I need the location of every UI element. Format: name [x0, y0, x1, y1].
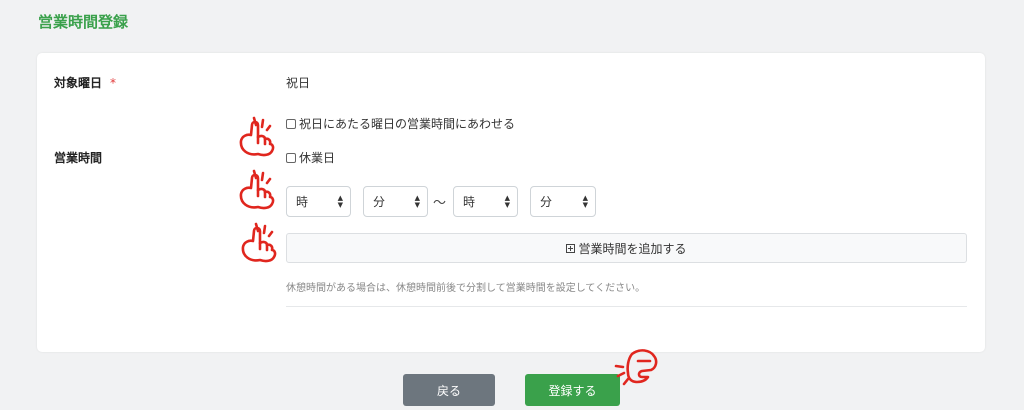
end-minute-value: 分	[540, 195, 553, 209]
pointing-hand-icon	[241, 222, 277, 263]
business-hours-label: 営業時間	[54, 151, 103, 165]
select-arrows-icon: ▲ ▼	[582, 194, 588, 209]
time-range-separator: 〜	[433, 196, 447, 211]
start-minute-value: 分	[373, 195, 386, 209]
match-weekday-checkbox[interactable]	[286, 118, 296, 129]
end-hour-select[interactable]: 時 ▲ ▼	[453, 186, 518, 217]
add-business-hours-button[interactable]: 営業時間を追加する	[286, 233, 967, 263]
target-day-value: 祝日	[286, 76, 311, 90]
section-divider	[286, 306, 967, 307]
plus-square-icon	[566, 243, 576, 253]
back-button-label: 戻る	[436, 383, 461, 398]
select-arrows-icon: ▲ ▼	[337, 194, 343, 209]
target-day-label-text: 対象曜日	[54, 76, 103, 90]
back-button[interactable]: 戻る	[403, 374, 495, 406]
select-arrows-icon: ▲ ▼	[414, 194, 420, 209]
submit-button[interactable]: 登録する	[525, 374, 620, 406]
page-title: 営業時間登録	[38, 13, 129, 31]
start-minute-select[interactable]: 分 ▲ ▼	[363, 186, 428, 217]
pointing-hand-icon	[239, 116, 275, 157]
match-weekday-option[interactable]: 祝日にあたる曜日の営業時間にあわせる	[286, 115, 515, 132]
end-hour-value: 時	[463, 195, 476, 209]
pointing-hand-icon	[239, 169, 275, 210]
match-weekday-label: 祝日にあたる曜日の営業時間にあわせる	[299, 117, 516, 131]
pointing-hand-icon	[614, 349, 658, 386]
end-minute-select[interactable]: 分 ▲ ▼	[530, 186, 596, 217]
holiday-checkbox[interactable]	[286, 152, 296, 163]
form-card: 対象曜日 * 祝日 祝日にあたる曜日の営業時間にあわせる 営業時間 休業日 時 ▲…	[37, 53, 985, 352]
submit-button-label: 登録する	[548, 383, 597, 398]
required-mark: *	[110, 76, 117, 90]
target-day-label: 対象曜日 *	[54, 74, 116, 91]
break-time-hint: 休憩時間がある場合は、休憩時間前後で分割して営業時間を設定してください。	[286, 283, 646, 294]
add-business-hours-label: 営業時間を追加する	[578, 241, 687, 256]
start-hour-select[interactable]: 時 ▲ ▼	[286, 186, 351, 217]
holiday-label: 休業日	[299, 151, 336, 165]
start-hour-value: 時	[296, 195, 309, 209]
holiday-option[interactable]: 休業日	[286, 149, 335, 166]
select-arrows-icon: ▲ ▼	[504, 194, 510, 209]
